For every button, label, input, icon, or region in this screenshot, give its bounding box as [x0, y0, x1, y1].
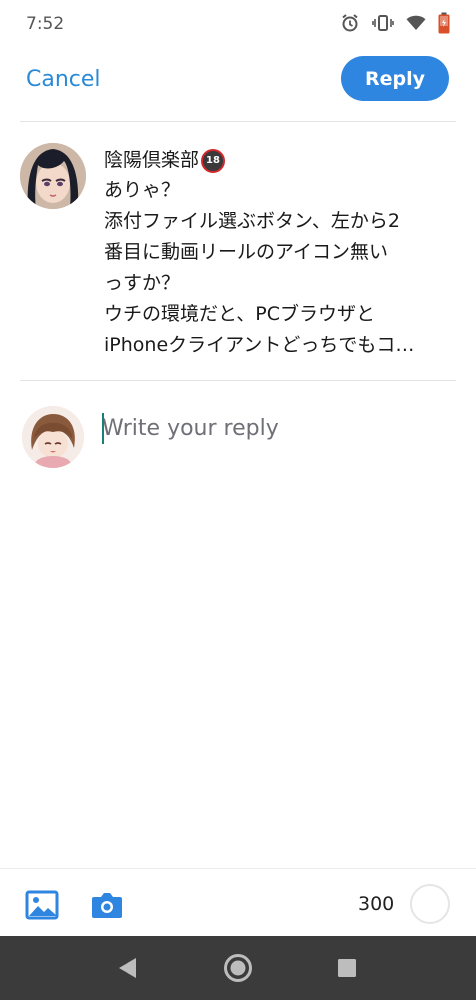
character-progress-ring: [410, 884, 450, 924]
reply-button[interactable]: Reply: [341, 56, 449, 101]
cancel-button[interactable]: Cancel: [26, 67, 101, 92]
age-restriction-badge: 18: [201, 148, 226, 173]
recents-icon[interactable]: [332, 953, 362, 983]
post-author-avatar: [20, 143, 86, 209]
back-icon[interactable]: [112, 953, 142, 983]
post-line: 添付ファイル選ぶボタン、左から2: [104, 210, 400, 232]
system-nav-bar: [0, 936, 476, 1000]
reply-composer: [0, 392, 476, 482]
header-divider: [20, 121, 456, 122]
home-icon[interactable]: [223, 953, 253, 983]
post-line: ありゃ？: [104, 179, 181, 201]
status-time: 7:52: [26, 14, 65, 34]
post-body: 陰陽倶楽部 18 ありゃ？ 添付ファイル選ぶボタン、左から2 番目に動画リールの…: [104, 146, 454, 361]
reply-input[interactable]: [102, 410, 452, 446]
post-line: ウチの環境だと、PCブラウザと: [104, 303, 375, 325]
post-author-name[interactable]: 陰陽倶楽部: [104, 146, 199, 175]
camera-icon[interactable]: [89, 887, 125, 923]
post-content: ありゃ？ 添付ファイル選ぶボタン、左から2 番目に動画リールのアイコン無い っす…: [104, 175, 454, 361]
status-bar: 7:52: [0, 0, 476, 48]
post-divider: [20, 380, 456, 381]
my-avatar: [22, 406, 84, 468]
post-author-row: 陰陽倶楽部 18: [104, 146, 454, 175]
compose-toolbar: 300: [0, 868, 476, 936]
vibrate-icon: [372, 13, 394, 33]
original-post: 陰陽倶楽部 18 ありゃ？ 添付ファイル選ぶボタン、左から2 番目に動画リールの…: [0, 130, 476, 380]
post-line: iPhoneクライアントどっちでもコ…: [104, 334, 415, 356]
alarm-icon: [340, 13, 360, 33]
post-line: 番目に動画リールのアイコン無い: [104, 241, 389, 263]
compose-header: Cancel Reply: [0, 52, 476, 122]
post-line: っすか？: [104, 272, 181, 294]
status-icons: [340, 12, 450, 34]
battery-icon: [438, 12, 450, 34]
wifi-icon: [406, 14, 426, 32]
image-icon[interactable]: [24, 887, 60, 923]
character-count: 300: [358, 893, 395, 915]
text-caret: [102, 413, 104, 444]
